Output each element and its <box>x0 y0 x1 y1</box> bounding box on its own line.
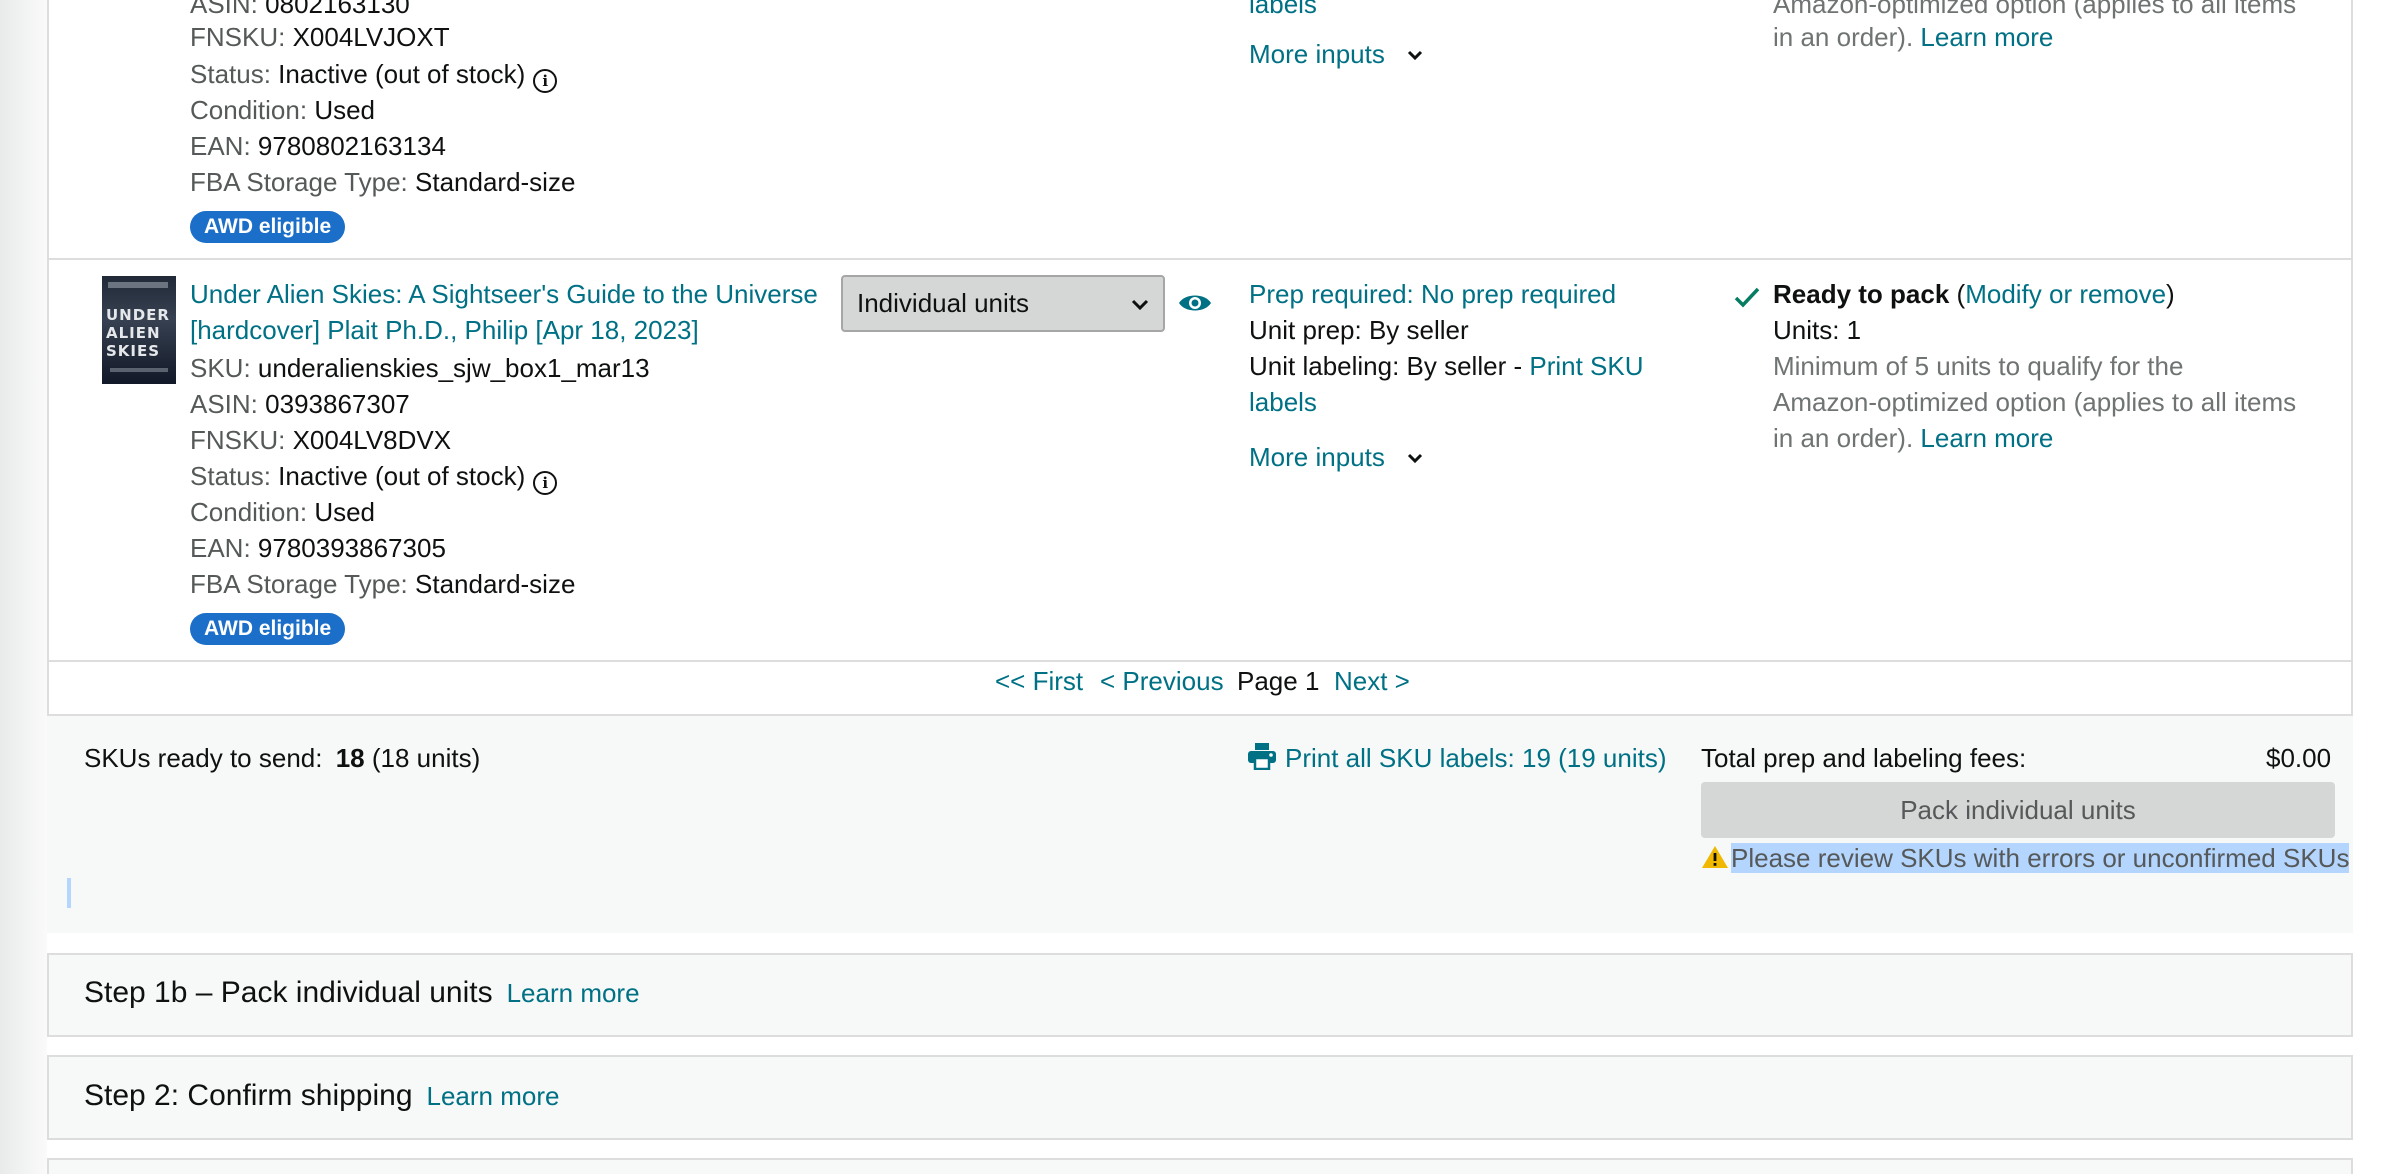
ready-to-pack-status: Ready to pack (Modify or remove) <box>1773 279 2175 309</box>
chevron-down-icon <box>1131 277 1149 330</box>
min-units-line: Minimum of 5 units to qualify for the <box>1773 351 2184 381</box>
prev-fnsku: FNSKU: X004LVJOXT <box>190 22 450 52</box>
skus-ready-summary: SKUs ready to send: 18 (18 units) <box>84 743 481 773</box>
prev-more-inputs-toggle[interactable]: More inputs <box>1249 34 1423 72</box>
item-asin: ASIN: 0393867307 <box>190 389 410 419</box>
prep-required-link[interactable]: Prep required: No prep required <box>1249 276 1616 312</box>
left-gutter <box>0 0 47 1174</box>
pack-individual-units-button[interactable]: Pack individual units <box>1701 782 2335 838</box>
learn-more-link[interactable]: Learn more <box>427 1081 560 1111</box>
prev-status: Status: Inactive (out of stock) i <box>190 56 558 93</box>
chevron-down-icon <box>1407 34 1423 70</box>
awd-eligible-badge: AWD eligible <box>190 613 346 645</box>
min-units-line-3: in an order). Learn more <box>1773 423 2054 453</box>
unit-prep: Unit prep: By seller <box>1249 315 1469 345</box>
pager-first-link[interactable]: << First <box>995 663 1083 699</box>
prev-print-sku-labels-link[interactable]: labels <box>1249 0 1317 22</box>
learn-more-link[interactable]: Learn more <box>1920 22 2053 52</box>
step-2-header: Step 2: Confirm shipping Learn more <box>84 1079 560 1112</box>
printer-icon <box>1247 742 1277 779</box>
item-storage-type: FBA Storage Type: Standard-size <box>190 569 576 599</box>
unit-labeling: Unit labeling: By seller - Print SKU <box>1249 351 1644 381</box>
product-thumbnail[interactable]: UNDER ALIEN SKIES <box>102 276 176 384</box>
total-fees-label: Total prep and labeling fees: <box>1701 743 2027 773</box>
awd-eligible-badge: AWD eligible <box>190 211 346 243</box>
prev-condition: Condition: Used <box>190 95 376 125</box>
prev-ean: EAN: 9780802163134 <box>190 131 446 161</box>
info-icon[interactable]: i <box>533 471 558 495</box>
review-skus-warning: Please review SKUs with errors or unconf… <box>1701 840 2350 879</box>
pager-current-page: Page 1 <box>1237 666 1320 696</box>
prev-min-units-line-2: in an order). Learn more <box>1773 22 2054 52</box>
learn-more-link[interactable]: Learn more <box>1920 423 2053 453</box>
text-cursor <box>67 878 71 908</box>
more-inputs-toggle[interactable]: More inputs <box>1249 437 1423 475</box>
chevron-down-icon <box>1407 437 1423 473</box>
warning-icon <box>1701 843 1729 879</box>
check-icon <box>1733 282 1761 318</box>
pager-previous-link[interactable]: < Previous <box>1100 663 1224 699</box>
item-sku: SKU: underalienskies_sjw_box1_mar13 <box>190 353 650 383</box>
item-ean: EAN: 9780393867305 <box>190 533 446 563</box>
next-step-panel[interactable] <box>47 1158 2353 1174</box>
print-sku-labels-link[interactable]: Print SKU <box>1529 351 1643 381</box>
min-units-line-2: Amazon-optimized option (applies to all … <box>1773 387 2297 417</box>
row-divider <box>49 660 2351 662</box>
modify-or-remove-link[interactable]: Modify or remove <box>1965 279 2166 309</box>
pager-next-link[interactable]: Next > <box>1334 663 1410 699</box>
prev-storage-type: FBA Storage Type: Standard-size <box>190 167 576 197</box>
print-all-sku-labels-link[interactable]: Print all SKU labels: 19 (19 units) <box>1247 740 1667 779</box>
product-title-link[interactable]: Under Alien Skies: A Sightseer's Guide t… <box>190 276 818 348</box>
eye-icon[interactable] <box>1178 288 1212 324</box>
learn-more-link[interactable]: Learn more <box>507 978 640 1008</box>
item-fnsku: FNSKU: X004LV8DVX <box>190 425 452 455</box>
units-count: Units: 1 <box>1773 315 1862 345</box>
row-divider <box>49 258 2351 260</box>
total-fees-value: $0.00 <box>2266 743 2332 773</box>
info-icon[interactable]: i <box>533 69 558 93</box>
print-sku-labels-link-cont[interactable]: labels <box>1249 384 1317 420</box>
item-condition: Condition: Used <box>190 497 376 527</box>
step-1b-header: Step 1b – Pack individual units Learn mor… <box>84 976 640 1009</box>
item-status: Status: Inactive (out of stock) i <box>190 458 558 495</box>
packing-type-select[interactable]: Individual units <box>841 275 1165 332</box>
